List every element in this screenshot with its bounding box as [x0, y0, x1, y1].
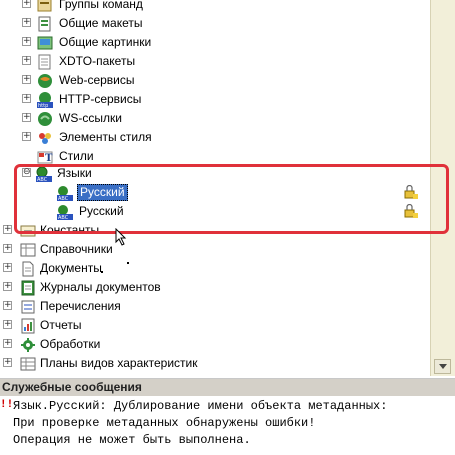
tree-item-common-pictures[interactable]: + Общие картинки: [0, 33, 420, 52]
tree-item-label: Группы команд: [59, 0, 143, 11]
scroll-down-button[interactable]: [434, 359, 451, 374]
message-line[interactable]: Операция не может быть выполнена.: [13, 433, 251, 447]
highlight-frame: [14, 164, 449, 234]
tree-item-chart-of-characteristic-types[interactable]: + Планы видов характеристик: [0, 354, 420, 373]
expand-icon[interactable]: +: [22, 94, 31, 103]
expand-icon[interactable]: +: [22, 132, 31, 141]
expand-icon[interactable]: +: [3, 320, 12, 329]
common-pictures-icon: [37, 35, 53, 51]
tree-item-ws-references[interactable]: + WS-ссылки: [0, 109, 420, 128]
expand-icon[interactable]: +: [22, 0, 31, 8]
reports-icon: [20, 318, 36, 334]
mouse-cursor-icon: [115, 227, 129, 246]
tree-item-label: Общие макеты: [59, 16, 143, 30]
tree-item-label: Документы: [40, 261, 102, 275]
expand-icon[interactable]: +: [3, 263, 12, 272]
tree-item-web-services[interactable]: + Web-сервисы: [0, 71, 420, 90]
tree-item-label: Журналы документов: [40, 280, 161, 294]
expand-icon[interactable]: +: [3, 358, 12, 367]
catalogs-icon: [20, 242, 36, 258]
error-marker-icon: !!: [0, 399, 14, 411]
expand-icon[interactable]: +: [3, 282, 12, 291]
tree-item-document-journals[interactable]: + Журналы документов: [0, 278, 420, 297]
tree-item-command-groups[interactable]: + Группы команд: [0, 0, 420, 14]
tree-item-catalogs[interactable]: + Справочники: [0, 240, 420, 259]
expand-icon[interactable]: +: [3, 225, 12, 234]
expand-icon[interactable]: +: [3, 244, 12, 253]
svg-text:T: T: [45, 153, 53, 164]
tree-item-label: Отчеты: [40, 318, 82, 332]
expand-icon[interactable]: +: [22, 18, 31, 27]
tree-item-label: Общие картинки: [59, 35, 152, 49]
expand-icon[interactable]: +: [22, 56, 31, 65]
documents-icon: [20, 261, 36, 277]
chart-of-characteristic-types-icon: [20, 356, 36, 372]
expand-icon[interactable]: +: [22, 75, 31, 84]
messages-panel: Служебные сообщения !! Язык.Русский: Дуб…: [0, 378, 455, 455]
tree-item-label: Справочники: [40, 242, 113, 256]
tree-item-documents[interactable]: + Документы: [0, 259, 420, 278]
styles-icon: T: [37, 149, 53, 165]
xdto-packages-icon: [37, 54, 53, 70]
tree-item-label: HTTP-сервисы: [59, 92, 142, 106]
http-services-icon: http: [37, 92, 53, 109]
messages-panel-title: Служебные сообщения: [0, 379, 455, 396]
style-items-icon: [37, 130, 53, 146]
tree-item-label: Элементы стиля: [59, 130, 152, 144]
tree-item-style-items[interactable]: + Элементы стиля: [0, 128, 420, 147]
web-services-icon: [37, 73, 53, 89]
tree-item-label: Обработки: [40, 337, 101, 351]
data-processors-icon: [20, 337, 36, 353]
tree-item-label: XDTO-пакеты: [59, 54, 136, 68]
tree-item-data-processors[interactable]: + Обработки: [0, 335, 420, 354]
tree-item-reports[interactable]: + Отчеты: [0, 316, 420, 335]
tree-item-xdto-packages[interactable]: + XDTO-пакеты: [0, 52, 420, 71]
expand-icon[interactable]: +: [3, 339, 12, 348]
tree-item-label: Планы видов характеристик: [40, 356, 198, 370]
enums-icon: [20, 299, 36, 315]
stray-dot: [101, 271, 103, 273]
tree-item-label: WS-ссылки: [59, 111, 122, 125]
message-line[interactable]: При проверке метаданных обнаружены ошибк…: [13, 416, 315, 430]
tree-item-enums[interactable]: + Перечисления: [0, 297, 420, 316]
tree-item-label: Web-сервисы: [59, 73, 135, 87]
common-templates-icon: [37, 16, 53, 32]
tree-item-label: Перечисления: [40, 299, 121, 313]
expand-icon[interactable]: +: [3, 301, 12, 310]
document-journals-icon: [20, 280, 36, 296]
message-line[interactable]: Язык.Русский: Дублирование имени объекта…: [13, 399, 387, 413]
expand-icon[interactable]: +: [22, 113, 31, 122]
ws-references-icon: [37, 111, 53, 127]
command-groups-icon: [37, 0, 53, 13]
tree-item-http-services[interactable]: + http HTTP-сервисы: [0, 90, 420, 109]
tree-item-common-templates[interactable]: + Общие макеты: [0, 14, 420, 33]
stray-dot: [127, 262, 129, 264]
expand-icon[interactable]: +: [22, 37, 31, 46]
svg-text:http: http: [38, 103, 48, 108]
